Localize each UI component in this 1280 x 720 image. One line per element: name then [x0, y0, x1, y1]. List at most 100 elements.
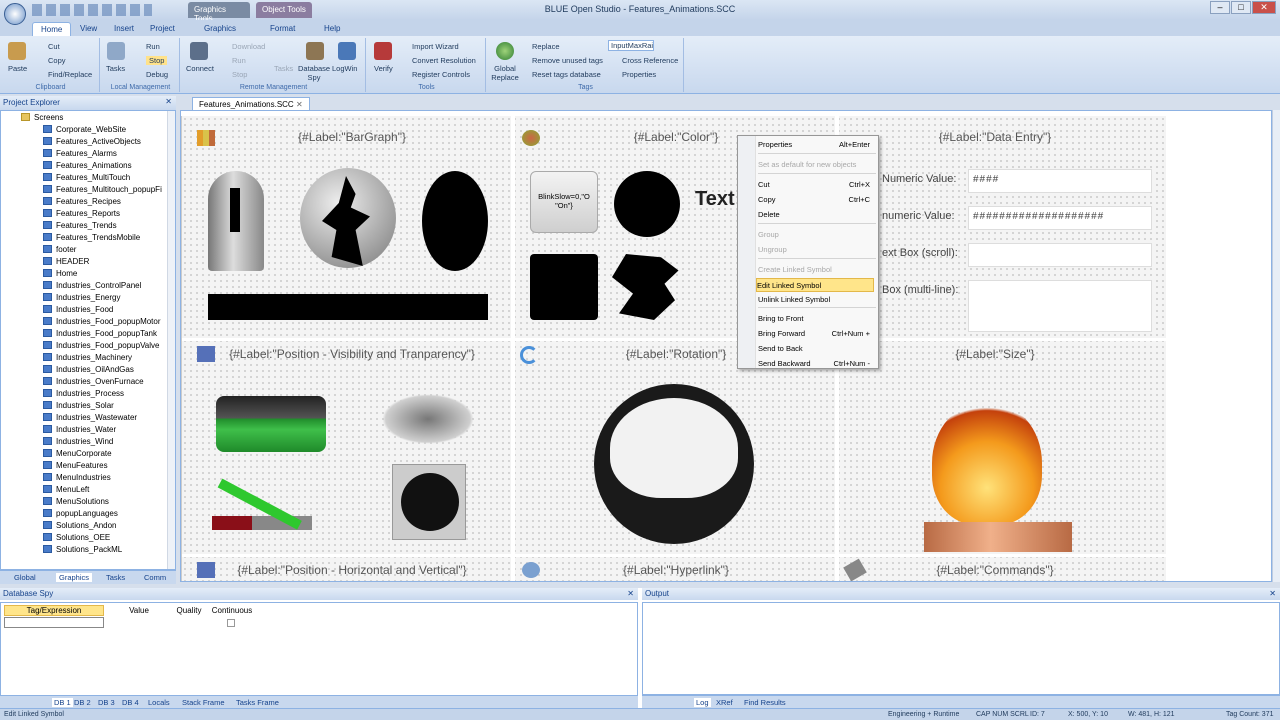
tree-item-screen[interactable]: footer [43, 245, 76, 257]
tree-item-screen[interactable]: Features_Recipes [43, 197, 121, 209]
tree-item-screen[interactable]: Industries_Food_popupMotor [43, 317, 161, 329]
tab-insert[interactable]: Insert [106, 22, 142, 36]
column-header-value[interactable]: Value [111, 606, 167, 615]
tab-format[interactable]: Format [262, 22, 303, 36]
tree-item-screen[interactable]: Industries_OilAndGas [43, 365, 134, 377]
cross-reference-button[interactable]: Cross Reference [622, 56, 678, 65]
screen-design-area[interactable]: {#Label:"BarGraph"} {#Label:"Color"} Bli… [181, 116, 1167, 581]
data-entry-field[interactable] [968, 280, 1152, 332]
tab-global[interactable]: Global [14, 573, 36, 582]
tree-item-screen[interactable]: Features_Animations [43, 161, 132, 173]
tree-item-screen[interactable]: Features_TrendsMobile [43, 233, 140, 245]
menu-item-send-backward[interactable]: Send Backward Ctrl+Num - [758, 357, 876, 371]
tree-item-screen[interactable]: Features_Multitouch_popupFi [43, 185, 162, 197]
color-circle[interactable] [614, 171, 680, 237]
color-square[interactable] [530, 254, 598, 320]
tasks-button[interactable]: Tasks [106, 64, 125, 73]
data-entry-field[interactable]: #################### [968, 206, 1152, 230]
color-polygon[interactable] [612, 254, 679, 320]
register-controls-button[interactable]: Register Controls [412, 70, 470, 79]
data-entry-field[interactable]: #### [968, 169, 1152, 193]
tree-item-screen[interactable]: MenuIndustries [43, 473, 111, 485]
menu-item-edit-linked-symbol[interactable]: Edit Linked Symbol [756, 278, 874, 292]
database-spy-grid[interactable]: Tag/Expression Value Quality Continuous [0, 602, 638, 700]
menu-item-cut[interactable]: Cut Ctrl+X [758, 178, 876, 192]
tree-item-screen[interactable]: Industries_ControlPanel [43, 281, 141, 293]
replace-button[interactable]: Replace [532, 42, 560, 51]
remote-stop-button[interactable]: Stop [232, 70, 247, 79]
tree-item-screen[interactable]: MenuFeatures [43, 461, 108, 473]
tree-item-screen[interactable]: Industries_Machinery [43, 353, 132, 365]
tree-item-screen[interactable]: MenuCorporate [43, 449, 112, 461]
paste-button[interactable]: Paste [8, 64, 27, 73]
tab-home[interactable]: Home [32, 22, 72, 36]
tab-db3[interactable]: DB 3 [98, 698, 115, 707]
tree-item-screen[interactable]: Industries_Food_popupTank [43, 329, 157, 341]
app-orb-icon[interactable] [4, 3, 26, 25]
document-tab[interactable]: Features_Animations.SCC ✕ [192, 97, 310, 110]
menu-item-properties[interactable]: Properties Alt+Enter [758, 138, 876, 152]
tab-comm[interactable]: Comm [144, 573, 166, 582]
tab-help[interactable]: Help [316, 22, 348, 36]
stop-button[interactable]: Stop [146, 56, 168, 65]
menu-item-bring-forward[interactable]: Bring Forward Ctrl+Num + [758, 327, 876, 341]
continuous-checkbox[interactable] [227, 619, 235, 627]
remote-run-button[interactable]: Run [232, 56, 246, 65]
menu-item-copy[interactable]: Copy Ctrl+C [758, 193, 876, 207]
close-icon[interactable]: ✕ [1269, 589, 1276, 598]
tab-view[interactable]: View [72, 22, 105, 36]
menu-item-unlink-linked-symbol[interactable]: Unlink Linked Symbol [758, 293, 876, 307]
tree-item-screen[interactable]: Industries_Process [43, 389, 124, 401]
tree-item-screen[interactable]: Solutions_PackML [43, 545, 122, 557]
tree-item-screen[interactable]: Industries_Wastewater [43, 413, 137, 425]
properties-button[interactable]: Properties [622, 70, 656, 79]
import-wizard-button[interactable]: Import Wizard [412, 42, 459, 51]
close-button[interactable]: ✕ [1252, 1, 1276, 14]
tree-item-screen[interactable]: Features_Reports [43, 209, 120, 221]
horizontal-bargraph[interactable] [208, 294, 488, 320]
reset-tags-db-button[interactable]: Reset tags database [532, 70, 601, 79]
column-header-quality[interactable]: Quality [171, 606, 207, 615]
tree-item-screen[interactable]: Industries_Water [43, 425, 116, 437]
tab-xref[interactable]: XRef [716, 698, 733, 707]
tree-item-screen[interactable]: Home [43, 269, 77, 281]
download-button[interactable]: Download [232, 42, 265, 51]
tree-scrollbar[interactable] [167, 111, 175, 569]
tag-expression-input[interactable] [4, 617, 104, 628]
tab-tasks-frame[interactable]: Tasks Frame [236, 698, 279, 707]
close-icon[interactable]: ✕ [627, 589, 634, 598]
connect-button[interactable]: Connect [186, 64, 214, 73]
column-header-tag[interactable]: Tag/Expression [4, 605, 104, 616]
maximize-button[interactable]: □ [1231, 1, 1251, 14]
tab-graphics[interactable]: Graphics [196, 22, 244, 36]
output-area[interactable] [642, 602, 1280, 695]
debug-button[interactable]: Debug [146, 70, 168, 79]
tab-stack-frame[interactable]: Stack Frame [182, 698, 225, 707]
tree-item-screen[interactable]: Features_Alarms [43, 149, 117, 161]
canvas-vertical-scrollbar[interactable] [1272, 110, 1280, 582]
smoke-graphic[interactable] [382, 394, 474, 444]
oval-shape[interactable] [422, 171, 488, 271]
tag-input-field[interactable]: InputMaxRai [608, 40, 654, 51]
tab-db2[interactable]: DB 2 [74, 698, 91, 707]
minimize-button[interactable]: – [1210, 1, 1230, 14]
remove-unused-tags-button[interactable]: Remove unused tags [532, 56, 603, 65]
tab-project[interactable]: Project [142, 22, 183, 36]
tree-item-screen[interactable]: Features_Trends [43, 221, 117, 233]
logwin-button[interactable]: LogWin [332, 64, 357, 73]
remote-tasks-button[interactable]: Tasks [274, 64, 293, 73]
database-spy-button[interactable]: Database Spy [298, 64, 330, 82]
tab-locals[interactable]: Locals [148, 698, 170, 707]
selector-switch[interactable] [392, 464, 466, 540]
screen-canvas[interactable]: {#Label:"BarGraph"} {#Label:"Color"} Bli… [180, 110, 1272, 582]
close-icon[interactable]: ✕ [165, 97, 172, 106]
tree-item-screen[interactable]: Industries_Wind [43, 437, 113, 449]
tree-item-screen[interactable]: MenuLeft [43, 485, 89, 497]
tree-item-screen[interactable]: Features_MultiTouch [43, 173, 130, 185]
verify-button[interactable]: Verify [374, 64, 393, 73]
find-replace-button[interactable]: Find/Replace [48, 70, 92, 79]
flame-graphic[interactable] [932, 401, 1042, 525]
tree-item-screen[interactable]: Solutions_OEE [43, 533, 110, 545]
tab-graphics-pe[interactable]: Graphics [56, 573, 93, 582]
tab-db4[interactable]: DB 4 [122, 698, 139, 707]
